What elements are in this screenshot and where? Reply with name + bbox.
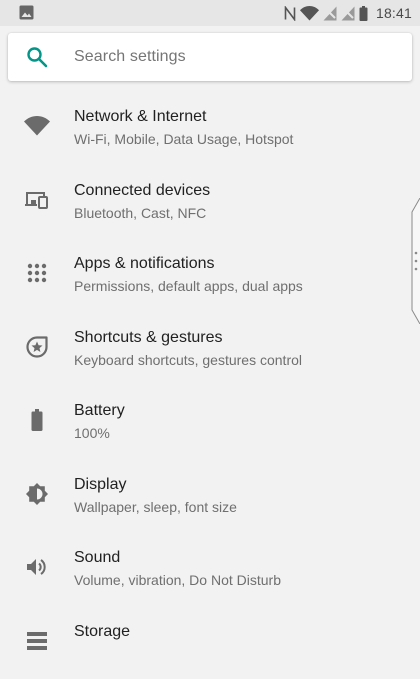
battery-icon bbox=[24, 407, 50, 433]
status-time: 18:41 bbox=[376, 5, 412, 21]
setting-connected-devices[interactable]: Connected devices Bluetooth, Cast, NFC bbox=[0, 165, 420, 239]
setting-title: Display bbox=[74, 476, 126, 494]
apps-grid-icon bbox=[24, 260, 50, 286]
setting-title: Connected devices bbox=[74, 182, 210, 200]
search-placeholder[interactable]: Search settings bbox=[74, 48, 186, 66]
nfc-icon bbox=[284, 6, 296, 21]
setting-title: Network & Internet bbox=[74, 108, 207, 126]
setting-shortcuts-gestures[interactable]: Shortcuts & gestures Keyboard shortcuts,… bbox=[0, 312, 420, 386]
search-settings-bar[interactable]: Search settings bbox=[8, 33, 412, 81]
setting-title: Apps & notifications bbox=[74, 255, 215, 273]
setting-title: Sound bbox=[74, 549, 120, 567]
setting-subtitle: 100% bbox=[74, 425, 110, 441]
setting-apps-notifications[interactable]: Apps & notifications Permissions, defaul… bbox=[0, 238, 420, 312]
setting-title: Battery bbox=[74, 402, 125, 420]
setting-subtitle: Wi-Fi, Mobile, Data Usage, Hotspot bbox=[74, 131, 293, 147]
setting-battery[interactable]: Battery 100% bbox=[0, 385, 420, 459]
brightness-icon bbox=[24, 481, 50, 507]
devices-icon bbox=[24, 187, 50, 213]
status-bar: 18:41 bbox=[0, 0, 420, 26]
volume-icon bbox=[24, 554, 50, 580]
shortcut-star-icon bbox=[24, 334, 50, 360]
setting-subtitle: Permissions, default apps, dual apps bbox=[74, 278, 303, 294]
battery-icon bbox=[359, 6, 368, 21]
setting-subtitle: Bluetooth, Cast, NFC bbox=[74, 205, 206, 221]
setting-display[interactable]: Display Wallpaper, sleep, font size bbox=[0, 459, 420, 533]
setting-subtitle: Keyboard shortcuts, gestures control bbox=[74, 352, 302, 368]
status-icons: 18:41 bbox=[280, 0, 412, 26]
settings-list: Network & Internet Wi-Fi, Mobile, Data U… bbox=[0, 91, 420, 679]
setting-subtitle: Wallpaper, sleep, font size bbox=[74, 499, 237, 515]
setting-title: Shortcuts & gestures bbox=[74, 329, 223, 347]
wifi-icon bbox=[300, 6, 319, 21]
wifi-icon bbox=[24, 113, 50, 139]
setting-network-internet[interactable]: Network & Internet Wi-Fi, Mobile, Data U… bbox=[0, 91, 420, 165]
signal-off-icon bbox=[323, 6, 337, 21]
image-icon bbox=[19, 5, 34, 25]
signal-off-icon bbox=[341, 6, 355, 21]
setting-subtitle: Volume, vibration, Do Not Disturb bbox=[74, 572, 281, 588]
storage-icon bbox=[24, 628, 50, 654]
edge-panel-handle[interactable] bbox=[411, 198, 420, 324]
search-icon[interactable] bbox=[26, 46, 48, 73]
setting-sound[interactable]: Sound Volume, vibration, Do Not Disturb bbox=[0, 532, 420, 606]
setting-storage[interactable]: Storage bbox=[0, 606, 420, 679]
setting-title: Storage bbox=[74, 623, 130, 641]
